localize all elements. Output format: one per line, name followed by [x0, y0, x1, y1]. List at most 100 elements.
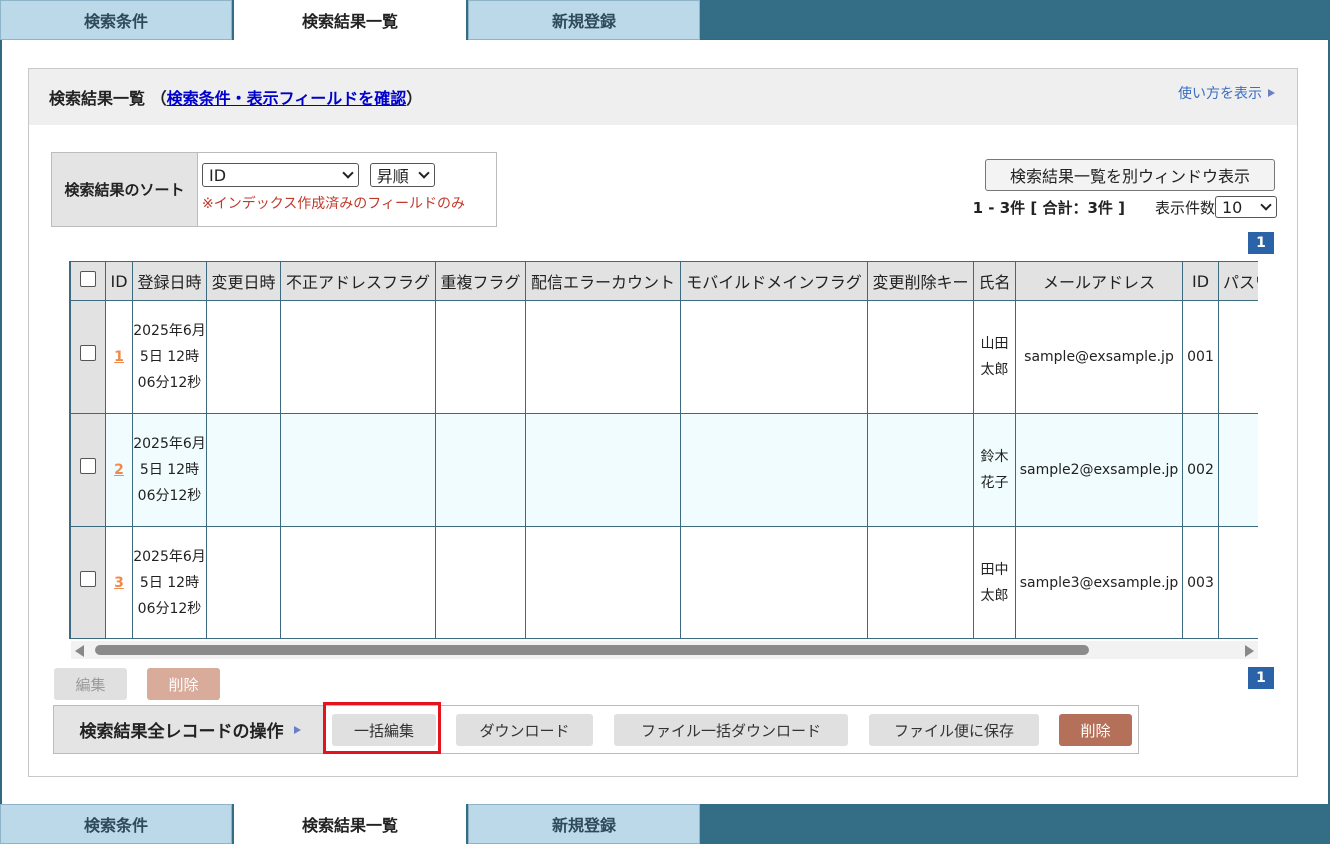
table-row: 2 2025年6月5日 12時06分12秒 鈴木花子 sample2@exsam…	[70, 413, 1258, 527]
delete-selected-button[interactable]: 削除	[147, 668, 220, 700]
record-id-link[interactable]: 2	[114, 462, 124, 478]
results-panel: 検索結果一覧 （ 検索条件・表示フィールドを確認 ） 使い方を表示 検索結果のソ…	[28, 68, 1298, 777]
bottom-tab-bar: 検索条件 検索結果一覧 新規登録	[0, 804, 1330, 844]
chevron-down-icon	[418, 166, 430, 179]
per-page-select[interactable]: 10	[1215, 196, 1277, 218]
row-checkbox[interactable]	[80, 571, 96, 587]
password-cell	[1218, 526, 1258, 638]
updated-cell	[206, 526, 281, 638]
delete-key-cell	[867, 300, 974, 414]
bulk-operations-label: 検索結果全レコードの操作	[79, 722, 284, 742]
column-header[interactable]: 変更削除キー	[867, 261, 974, 301]
file-bulk-download-button[interactable]: ファイル一括ダウンロード	[614, 714, 848, 746]
sort-controls: ID 昇順 ※インデックス作成済みのフィールドのみ	[198, 153, 465, 226]
sort-order-value: 昇順	[376, 167, 409, 186]
name-cell: 田中太郎	[973, 526, 1016, 638]
duplicate-cell	[435, 413, 526, 527]
sort-selects: ID 昇順	[202, 163, 465, 187]
tab-new-registration[interactable]: 新規登録	[468, 804, 700, 844]
id-cell: 3	[105, 526, 133, 638]
sort-order-select[interactable]: 昇順	[369, 163, 435, 187]
password-cell	[1218, 413, 1258, 527]
page-title: 検索結果一覧 （	[49, 89, 167, 108]
sort-field-value: ID	[209, 165, 227, 185]
column-header[interactable]: 氏名	[973, 261, 1016, 301]
scrollbar-thumb[interactable]	[95, 645, 1089, 655]
column-header[interactable]: メールアドレス	[1015, 261, 1183, 301]
per-page-label: 表示件数	[1154, 198, 1215, 217]
scroll-left-icon[interactable]	[75, 645, 84, 657]
duplicate-cell	[435, 526, 526, 638]
result-count: 1 - 3件 [ 合計：3件 ]	[972, 198, 1125, 217]
mobile-domain-cell	[680, 526, 868, 638]
chevron-down-icon	[342, 166, 354, 179]
record-id-link[interactable]: 3	[114, 575, 124, 591]
password-cell	[1218, 300, 1258, 414]
registered-cell: 2025年6月5日 12時06分12秒	[132, 526, 207, 638]
name-cell: 鈴木花子	[973, 413, 1016, 527]
row-select-cell	[70, 300, 106, 414]
top-tab-bar: 検索条件 検索結果一覧 新規登録	[0, 0, 1330, 40]
save-to-file-service-button[interactable]: ファイル便に保存	[869, 714, 1039, 746]
tab-search-conditions[interactable]: 検索条件	[0, 0, 232, 40]
email-cell: sample3@exsample.jp	[1015, 526, 1183, 638]
name-cell: 山田太郎	[973, 300, 1016, 414]
id-cell: 2	[105, 413, 133, 527]
column-header[interactable]: ID	[105, 261, 133, 301]
results-table: ID 登録日時 変更日時 不正アドレスフラグ 重複フラグ 配信エラーカウント モ…	[70, 261, 1258, 638]
page-number-bottom[interactable]: 1	[1248, 667, 1274, 689]
tab-search-results[interactable]: 検索結果一覧	[234, 804, 466, 844]
record-id-link[interactable]: 1	[114, 349, 124, 365]
row-checkbox[interactable]	[80, 458, 96, 474]
invalid-address-cell	[280, 526, 436, 638]
triangle-right-icon	[293, 725, 301, 734]
id2-cell: 001	[1182, 300, 1219, 414]
page-title-suffix: ）	[406, 89, 423, 108]
column-header[interactable]: 不正アドレスフラグ	[280, 261, 436, 301]
edit-button[interactable]: 編集	[54, 668, 127, 700]
horizontal-scrollbar[interactable]	[71, 641, 1258, 659]
howto-label: 使い方を表示	[1178, 86, 1262, 102]
invalid-address-cell	[280, 300, 436, 414]
page-number-top[interactable]: 1	[1248, 232, 1274, 254]
delete-key-cell	[867, 413, 974, 527]
sort-field-select[interactable]: ID	[202, 163, 359, 187]
registered-cell: 2025年6月5日 12時06分12秒	[132, 413, 207, 527]
panel-header: 検索結果一覧 （ 検索条件・表示フィールドを確認 ） 使い方を表示	[29, 69, 1297, 125]
column-header[interactable]: 配信エラーカウント	[525, 261, 681, 301]
column-header[interactable]: モバイルドメインフラグ	[680, 261, 868, 301]
mobile-domain-cell	[680, 300, 868, 414]
scroll-right-icon[interactable]	[1245, 645, 1254, 657]
table-row: 1 2025年6月5日 12時06分12秒 山田太郎 sample@exsamp…	[70, 300, 1258, 414]
bulk-delete-button[interactable]: 削除	[1059, 714, 1132, 746]
registered-cell: 2025年6月5日 12時06分12秒	[132, 300, 207, 414]
howto-link[interactable]: 使い方を表示	[1178, 83, 1275, 103]
sort-note: ※インデックス作成済みのフィールドのみ	[202, 196, 466, 212]
updated-cell	[206, 413, 281, 527]
bulk-edit-button[interactable]: 一括編集	[332, 714, 436, 746]
row-select-cell	[70, 526, 106, 638]
column-header[interactable]: 変更日時	[206, 261, 281, 301]
row-checkbox[interactable]	[80, 345, 96, 361]
select-all-checkbox[interactable]	[80, 271, 96, 287]
open-window-button[interactable]: 検索結果一覧を別ウィンドウ表示	[985, 159, 1275, 191]
column-header[interactable]: 重複フラグ	[435, 261, 526, 301]
duplicate-cell	[435, 300, 526, 414]
download-button[interactable]: ダウンロード	[456, 714, 593, 746]
table-header-row: ID 登録日時 変更日時 不正アドレスフラグ 重複フラグ 配信エラーカウント モ…	[70, 261, 1258, 301]
chevron-down-icon	[1260, 198, 1272, 211]
bulk-operations-label-cell: 検索結果全レコードの操作	[54, 706, 326, 753]
id-cell: 1	[105, 300, 133, 414]
row-select-cell	[70, 413, 106, 527]
tab-new-registration[interactable]: 新規登録	[468, 0, 700, 40]
search-conditions-link[interactable]: 検索条件・表示フィールドを確認	[167, 85, 407, 109]
error-count-cell	[525, 413, 681, 527]
tab-search-conditions[interactable]: 検索条件	[0, 804, 232, 844]
column-header[interactable]: ID	[1182, 261, 1219, 301]
id2-cell: 003	[1182, 526, 1219, 638]
tab-search-results[interactable]: 検索結果一覧	[234, 0, 466, 40]
mobile-domain-cell	[680, 413, 868, 527]
column-header[interactable]: パスワ	[1218, 261, 1258, 301]
triangle-right-icon	[1268, 89, 1275, 97]
column-header[interactable]: 登録日時	[132, 261, 207, 301]
